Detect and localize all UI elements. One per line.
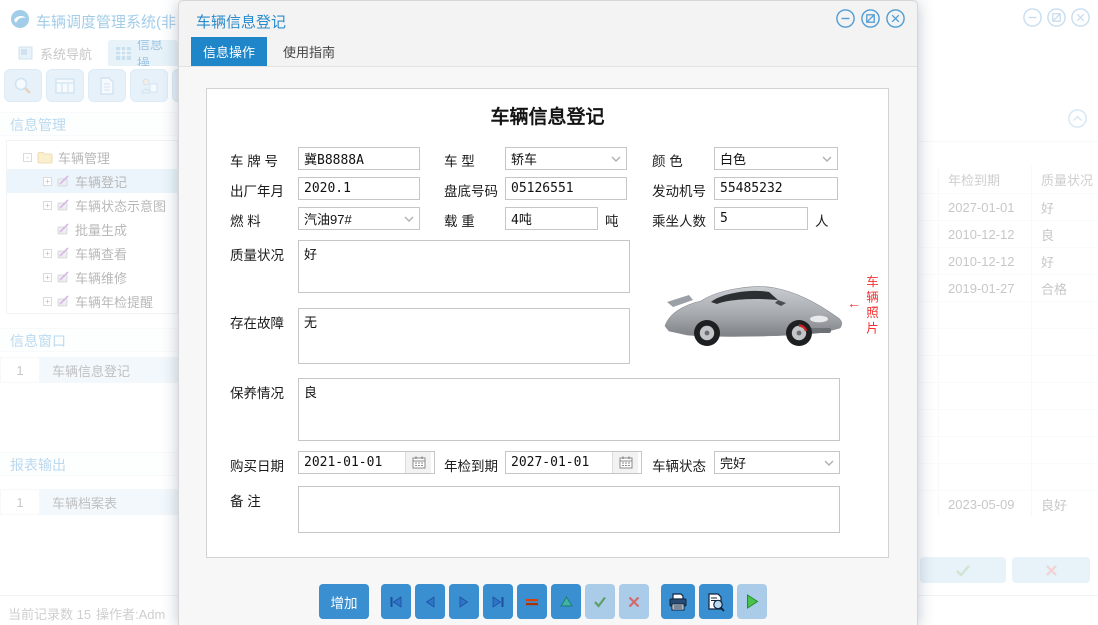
photo-caption: 车辆照片 (862, 275, 881, 337)
calendar-icon[interactable] (405, 452, 431, 473)
seats-unit: 人 (815, 210, 829, 230)
confirm-record-button[interactable] (585, 584, 615, 619)
check-icon (593, 596, 607, 608)
tab-info-operation[interactable]: 信息操作 (191, 37, 267, 66)
prev-record-button[interactable] (415, 584, 445, 619)
purchase-date-label: 购买日期 (230, 455, 284, 475)
purchase-date-field[interactable] (298, 451, 435, 474)
inspection-due-label: 年检到期 (444, 455, 498, 475)
color-label: 颜 色 (652, 150, 683, 170)
triangle-up-icon (560, 596, 573, 607)
dialog-title: 车辆信息登记 (196, 11, 286, 32)
load-unit: 吨 (605, 210, 619, 230)
quality-label: 质量状况 (230, 244, 284, 264)
maintenance-label: 保养情况 (230, 382, 284, 402)
plate-label: 车 牌 号 (230, 150, 278, 170)
fuel-select[interactable]: 汽油97# (298, 207, 420, 230)
fuel-label: 燃 料 (230, 210, 261, 230)
mfg-date-label: 出厂年月 (230, 180, 284, 200)
remarks-label: 备 注 (230, 490, 261, 510)
engine-input[interactable] (714, 177, 838, 200)
vehicle-register-dialog: 车辆信息登记 信息操作 使用指南 车辆信息登记 车 牌 号 车 型 轿车 (178, 0, 918, 625)
chevron-down-icon (824, 460, 834, 466)
chassis-input[interactable] (505, 177, 627, 200)
calendar-icon[interactable] (612, 452, 638, 473)
vehicle-status-label: 车辆状态 (652, 455, 706, 475)
vehicle-photo (659, 272, 843, 354)
faults-textarea[interactable]: 无 (298, 308, 630, 364)
delete-record-button[interactable] (517, 584, 547, 619)
first-record-button[interactable] (381, 584, 411, 619)
dialog-tabbar: 信息操作 使用指南 (179, 37, 917, 67)
inspection-due-field[interactable] (505, 451, 642, 474)
load-input[interactable] (505, 207, 598, 230)
car-type-select[interactable]: 轿车 (505, 147, 627, 170)
last-icon (491, 596, 505, 608)
faults-label: 存在故障 (230, 312, 284, 332)
minus-icon (525, 598, 539, 606)
prev-icon (424, 596, 436, 608)
chevron-down-icon (611, 156, 621, 162)
load-label: 载 重 (444, 210, 475, 230)
dialog-restore-icon[interactable] (861, 9, 880, 28)
inspection-due-input[interactable] (506, 452, 612, 473)
cancel-record-button[interactable] (619, 584, 649, 619)
quality-textarea[interactable]: 好 (298, 240, 630, 293)
car-type-value: 轿车 (511, 149, 537, 168)
close-icon (628, 596, 640, 608)
chevron-down-icon (404, 216, 414, 222)
dialog-titlebar: 车辆信息登记 (179, 1, 917, 37)
next-record-button[interactable] (449, 584, 479, 619)
print-button[interactable] (661, 584, 695, 619)
vehicle-status-select[interactable]: 完好 (714, 451, 840, 474)
vehicle-status-value: 完好 (720, 453, 746, 472)
dialog-close-icon[interactable] (886, 9, 905, 28)
seats-label: 乘坐人数 (652, 210, 706, 230)
dialog-body: 车辆信息登记 车 牌 号 车 型 轿车 颜 色 白色 出厂年月 盘底号码 (179, 67, 917, 625)
next-icon (458, 596, 470, 608)
vehicle-form: 车辆信息登记 车 牌 号 车 型 轿车 颜 色 白色 出厂年月 盘底号码 (206, 88, 889, 558)
record-toolbar: 增加 (319, 584, 767, 619)
color-value: 白色 (720, 149, 746, 168)
engine-label: 发动机号 (652, 180, 706, 200)
form-heading: 车辆信息登记 (207, 102, 888, 129)
run-button[interactable] (737, 584, 767, 619)
maintenance-textarea[interactable]: 良 (298, 378, 840, 441)
color-select[interactable]: 白色 (714, 147, 838, 170)
first-icon (389, 596, 403, 608)
plate-input[interactable] (298, 147, 420, 170)
mfg-date-input[interactable] (298, 177, 420, 200)
print-preview-button[interactable] (699, 584, 733, 619)
chassis-label: 盘底号码 (444, 180, 498, 200)
screen: 车辆调度管理系统(非 系统导航 信息操 信息管理 (0, 0, 1098, 625)
tab-user-guide[interactable]: 使用指南 (271, 37, 347, 66)
insert-record-button[interactable] (551, 584, 581, 619)
add-button[interactable]: 增加 (319, 584, 369, 619)
play-icon (746, 594, 759, 609)
chevron-down-icon (822, 156, 832, 162)
last-record-button[interactable] (483, 584, 513, 619)
seats-input[interactable] (714, 207, 808, 230)
dialog-minimize-icon[interactable] (836, 9, 855, 28)
printer-icon (667, 592, 689, 612)
fuel-value: 汽油97# (304, 209, 352, 228)
print-preview-icon (706, 592, 726, 612)
purchase-date-input[interactable] (299, 452, 405, 473)
remarks-textarea[interactable] (298, 486, 840, 533)
car-type-label: 车 型 (444, 150, 475, 170)
photo-arrow: ← (847, 295, 861, 311)
